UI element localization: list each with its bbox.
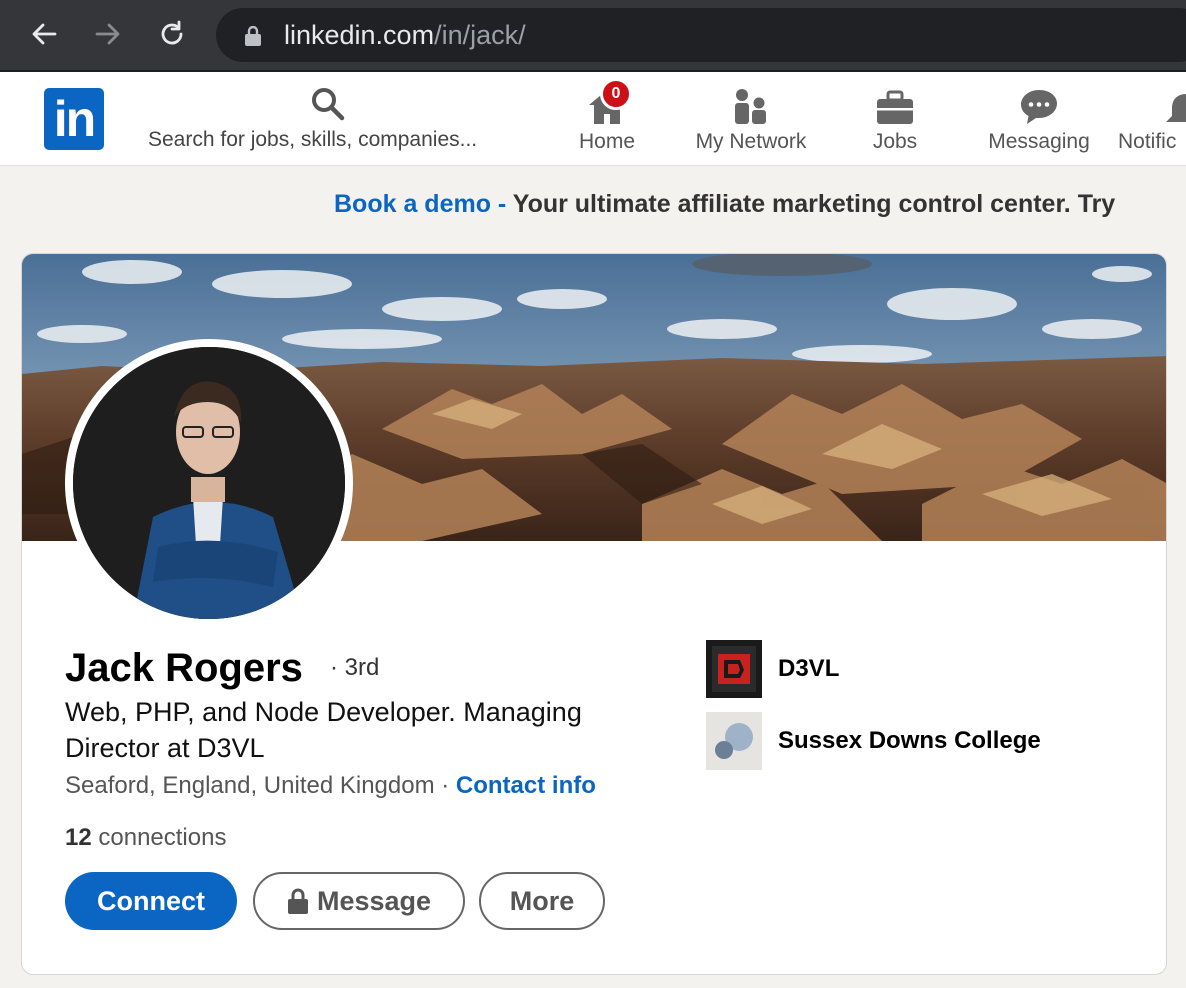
promo-text[interactable]: Your ultimate affiliate marketing contro…: [513, 190, 1115, 218]
nav-notifications[interactable]: Notific: [1118, 80, 1186, 154]
nav-jobs[interactable]: Jobs: [866, 80, 924, 154]
profile-location: Seaford, England, United Kingdom: [65, 772, 435, 799]
briefcase-icon: [877, 90, 913, 124]
nav-my-network-label: My Network: [695, 130, 807, 153]
search-icon[interactable]: [310, 86, 346, 122]
forward-button[interactable]: [88, 14, 128, 54]
connection-degree: · 3rd: [330, 654, 380, 681]
linkedin-logo[interactable]: in: [44, 88, 104, 150]
connections-count[interactable]: 12 connections: [65, 824, 226, 852]
nav-notifications-label: Notific: [1118, 130, 1177, 153]
message-button-label: Message: [316, 885, 432, 916]
reload-button[interactable]: [152, 14, 192, 54]
nav-home[interactable]: 0 Home: [570, 78, 644, 154]
org-item-d3vl[interactable]: D3VL: [706, 640, 1126, 698]
address-bar[interactable]: linkedin.com/in/jack/: [216, 8, 1186, 62]
nav-my-network[interactable]: My Network: [688, 80, 814, 154]
nav-messaging[interactable]: Messaging: [982, 80, 1096, 154]
url-host: linkedin.com: [284, 20, 435, 50]
profile-photo: [73, 347, 345, 619]
nav-jobs-label: Jobs: [872, 130, 918, 153]
arrow-right-icon: [95, 23, 120, 45]
url-path: /in/jack/: [434, 20, 526, 50]
connect-button-label: Connect: [97, 885, 205, 916]
connections-label: connections: [91, 824, 227, 851]
browser-toolbar: linkedin.com/in/jack/: [0, 0, 1186, 72]
lock-icon: [287, 888, 308, 914]
url-text: linkedin.com/in/jack/: [284, 20, 526, 51]
avatar[interactable]: [65, 339, 353, 627]
more-button[interactable]: More: [479, 872, 605, 930]
nav-home-label: Home: [578, 130, 636, 153]
site-header: in Search for jobs, skills, companies...…: [0, 72, 1186, 166]
location-separator: ·: [434, 772, 456, 799]
connections-number: 12: [65, 824, 92, 851]
profile-headline: Web, PHP, and Node Developer. Managing D…: [65, 697, 582, 763]
people-icon: [735, 89, 766, 124]
arrow-left-icon: [32, 23, 57, 45]
promo-banner: Book a demo - Your ultimate affiliate ma…: [334, 190, 1115, 219]
more-button-label: More: [509, 885, 575, 916]
promo-dash: -: [490, 190, 513, 218]
profile-card: Jack Rogers · 3rd Web, PHP, and Node Dev…: [21, 253, 1167, 975]
back-button[interactable]: [24, 14, 64, 54]
org-name: Sussex Downs College: [778, 727, 1041, 754]
nav-messaging-label: Messaging: [988, 130, 1090, 153]
college-logo: [706, 712, 762, 770]
d3vl-logo: [706, 640, 762, 698]
reload-icon: [161, 20, 183, 45]
profile-name: Jack Rogers: [65, 646, 303, 690]
org-item-sussex-downs-college[interactable]: Sussex Downs College: [706, 712, 1126, 770]
search-input[interactable]: Search for jobs, skills, companies...: [148, 128, 477, 152]
contact-info-link[interactable]: Contact info: [456, 772, 596, 799]
profile-location-line: Seaford, England, United Kingdom · Conta…: [65, 772, 596, 800]
notification-badge: 0: [600, 78, 632, 110]
bell-icon: [1166, 94, 1186, 122]
connect-button[interactable]: Connect: [65, 872, 237, 930]
org-name: D3VL: [778, 655, 840, 682]
book-demo-link[interactable]: Book a demo: [334, 190, 491, 218]
chat-icon: [1021, 90, 1057, 124]
lock-icon: [245, 26, 261, 46]
message-button[interactable]: Message: [253, 872, 465, 930]
